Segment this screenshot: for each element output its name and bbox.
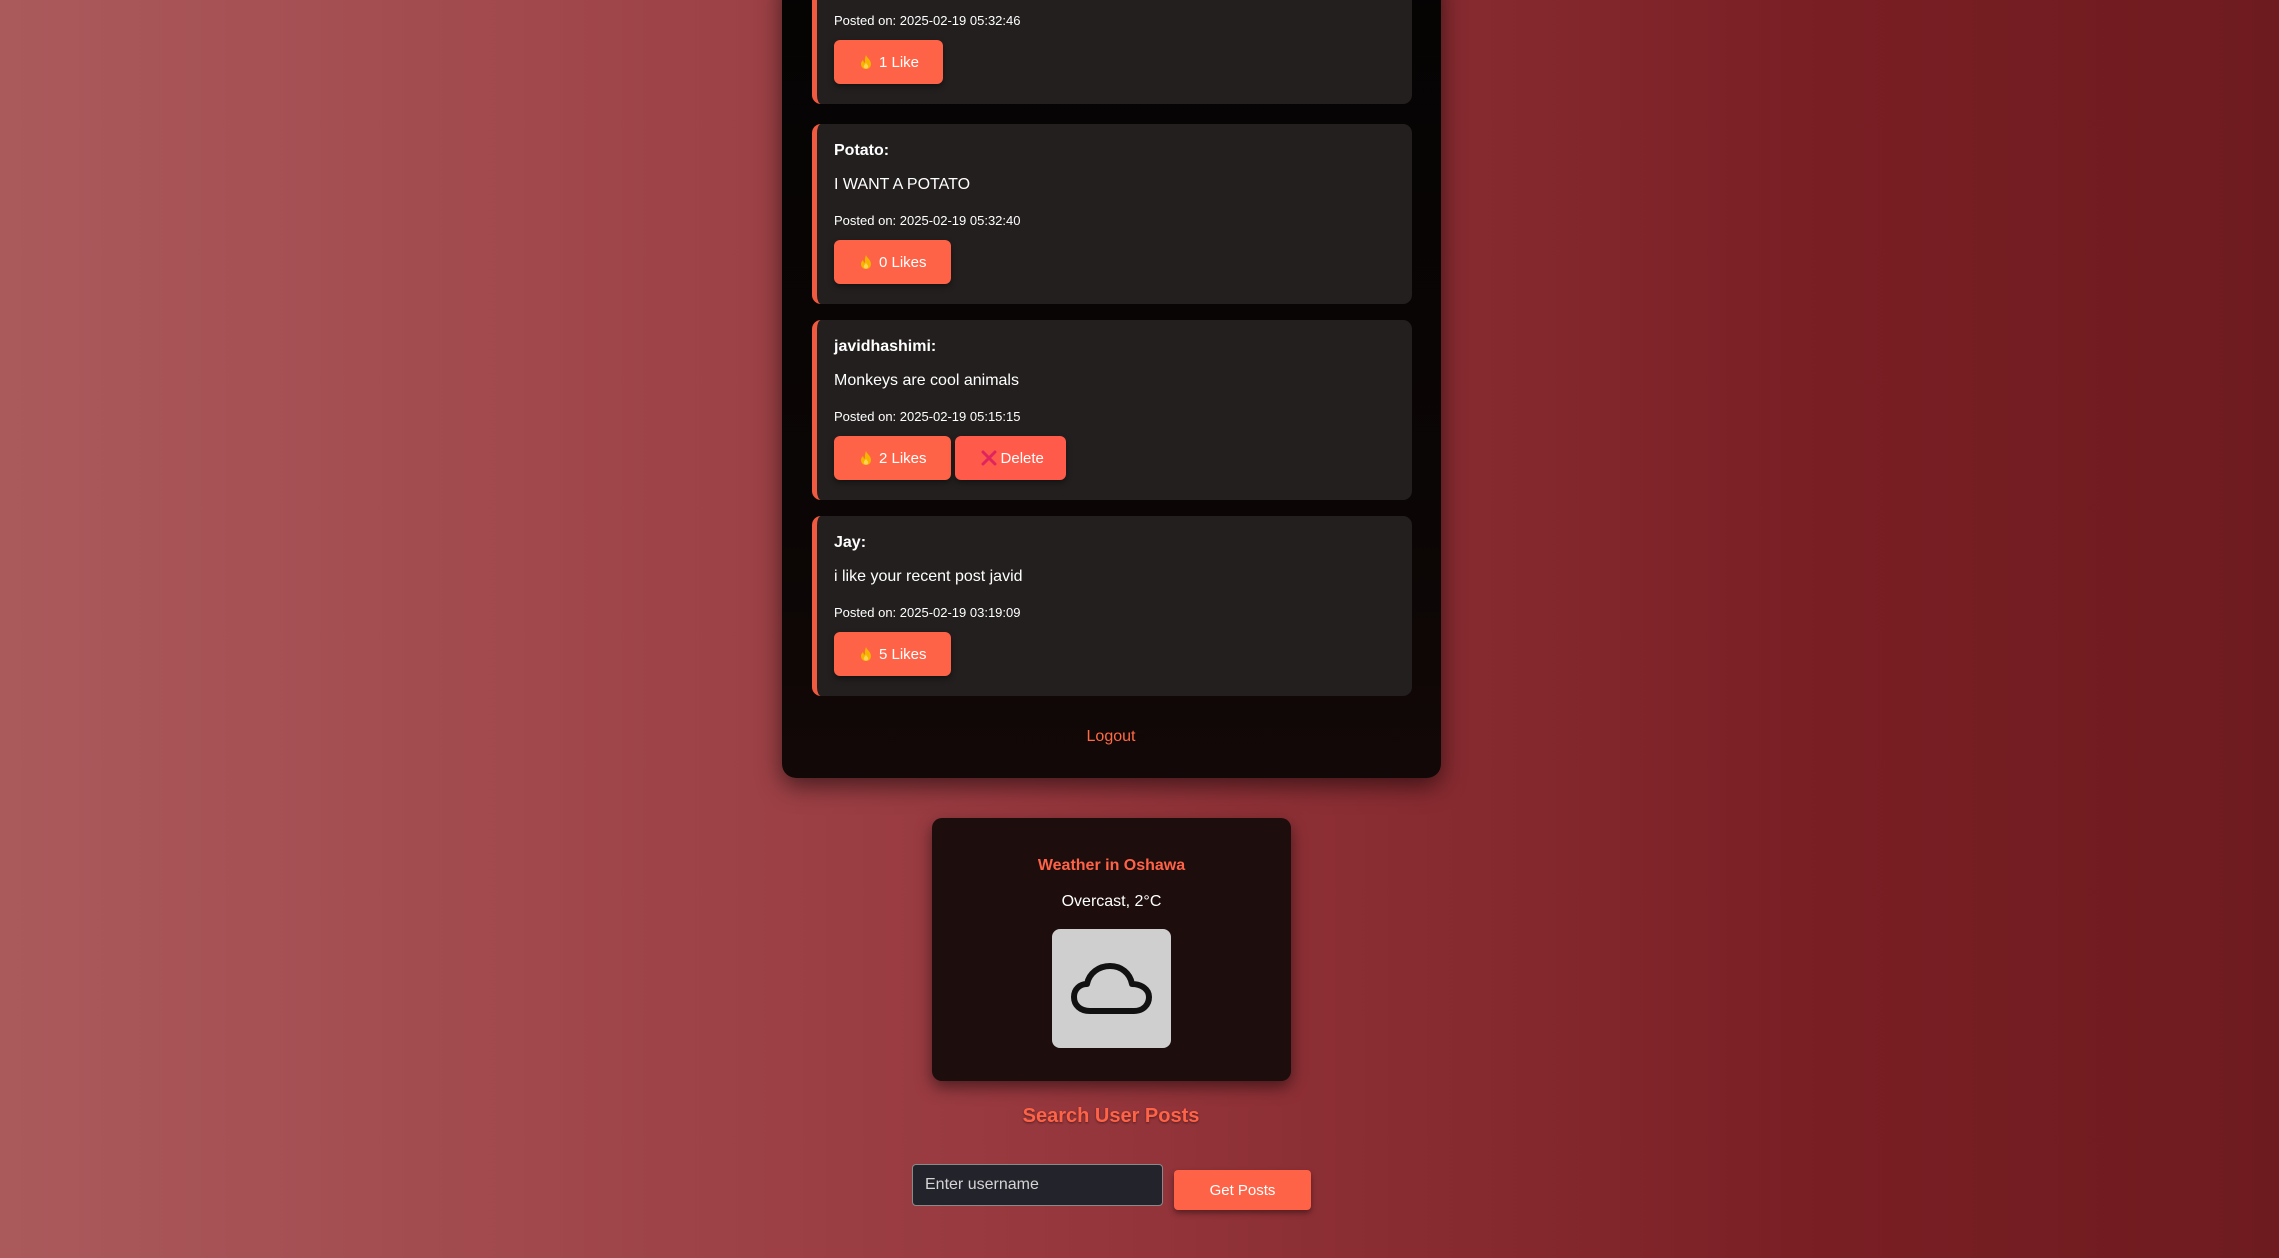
post-timestamp: Posted on: 2025-02-19 05:32:40 [834, 213, 1021, 228]
weather-title: Weather in Oshawa [1037, 857, 1186, 874]
cloud-icon [1052, 929, 1171, 1048]
like-count-label: 1 Like [879, 53, 920, 71]
weather-condition: Overcast, 2°C [1061, 893, 1162, 910]
like-button[interactable]: 5 Likes [834, 632, 951, 676]
post-timestamp: Posted on: 2025-02-19 05:32:46 [834, 13, 1021, 28]
flame-icon [859, 646, 873, 662]
post-timestamp: Posted on: 2025-02-19 05:15:15 [834, 409, 1021, 424]
get-posts-label: Get Posts [1209, 1181, 1276, 1199]
post-body: i like your recent post javid [834, 568, 1023, 585]
post-card: javidhashimi: Monkeys are cool animals P… [812, 320, 1412, 500]
delete-post-button[interactable]: Delete [954, 436, 1066, 480]
flame-icon [859, 450, 873, 466]
post-author: javidhashimi: [834, 338, 937, 355]
delete-label: Delete [1000, 449, 1044, 467]
like-count-label: 2 Likes [879, 449, 927, 467]
post-card: Potato: I WANT A POTATO Posted on: 2025-… [812, 124, 1412, 304]
post-body: Monkeys are cool animals [834, 372, 1019, 389]
flame-icon [859, 254, 873, 270]
post-card: Jay: i like your recent post javid Poste… [812, 516, 1412, 696]
post-body: I WANT A POTATO [834, 176, 971, 193]
username-search-input[interactable] [912, 1164, 1163, 1206]
weather-widget: Weather in Oshawa Overcast, 2°C [932, 818, 1291, 1081]
flame-icon [859, 54, 873, 70]
cross-mark-icon [981, 450, 997, 466]
post-card: Posted on: 2025-02-19 05:32:46 1 Like [812, 0, 1412, 104]
like-button[interactable]: 2 Likes [834, 436, 951, 480]
like-count-label: 0 Likes [879, 253, 927, 271]
get-posts-button[interactable]: Get Posts [1174, 1170, 1311, 1210]
like-count-label: 5 Likes [879, 645, 927, 663]
post-timestamp: Posted on: 2025-02-19 03:19:09 [834, 605, 1021, 620]
post-author: Potato: [834, 142, 890, 159]
logout-label: Logout [1086, 728, 1136, 745]
post-author: Jay: [834, 534, 867, 551]
like-button[interactable]: 1 Like [834, 40, 944, 84]
search-heading-label: Search User Posts [1022, 1105, 1200, 1127]
like-button[interactable]: 0 Likes [834, 240, 951, 284]
